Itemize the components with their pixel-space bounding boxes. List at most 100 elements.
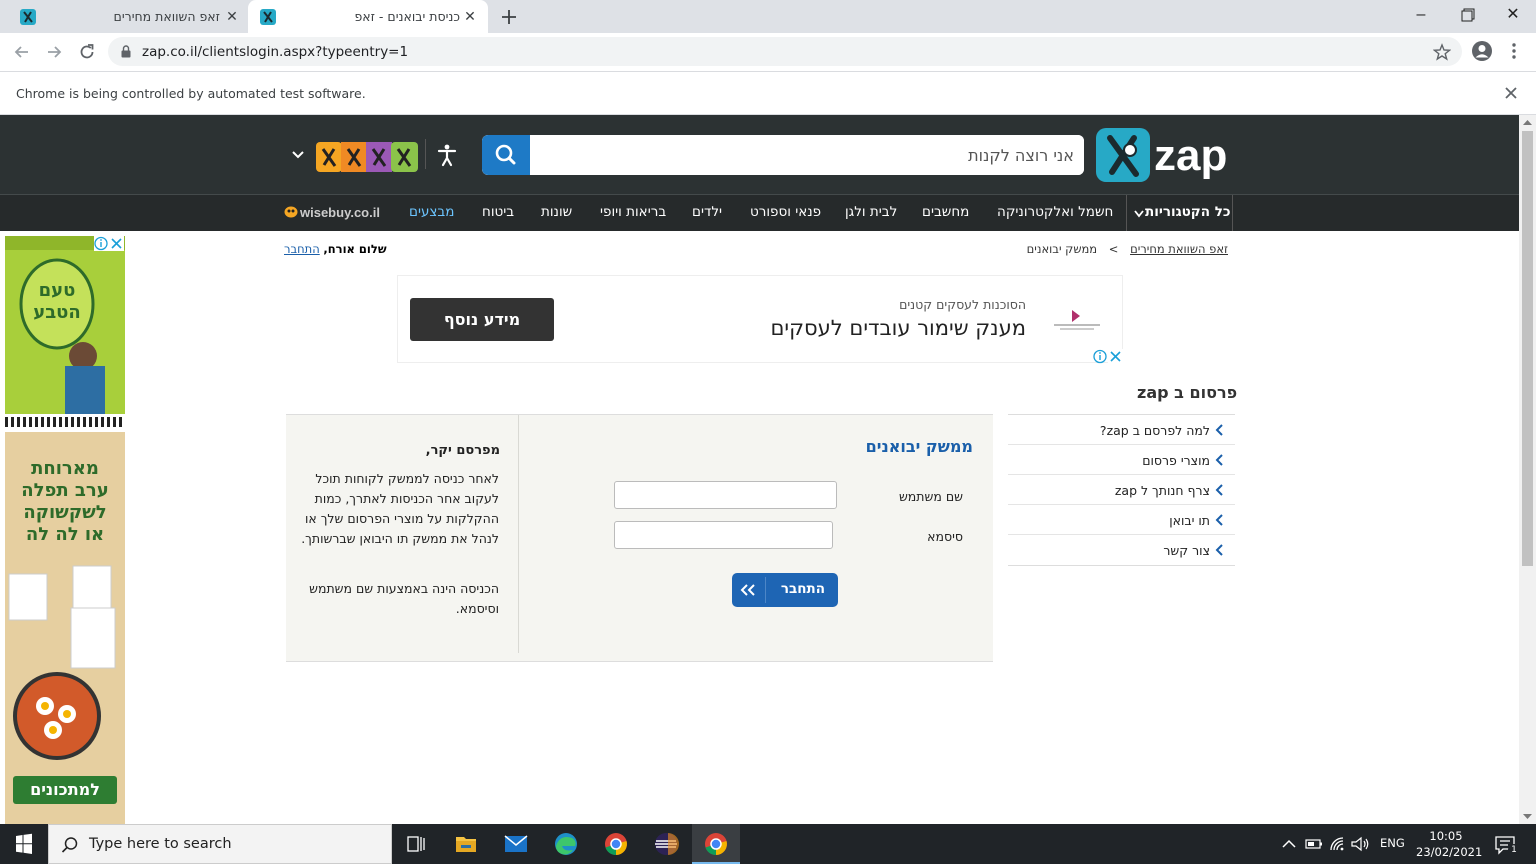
- sidebar-item-contact[interactable]: צור קשר: [1008, 535, 1235, 565]
- url-text: zap.co.il/clientslogin.aspx?typeentry=1: [142, 44, 409, 60]
- notification-icon[interactable]: 1: [1494, 834, 1520, 856]
- taskbar-search[interactable]: Type here to search: [48, 824, 392, 864]
- sidebar-item-label: צרף חנותך ל zap: [1114, 483, 1210, 498]
- tab-close-icon[interactable]: ✕: [462, 8, 478, 24]
- tab-title: כניסת יבואנים - זאפ: [354, 9, 460, 24]
- sidebar-item-ad-products[interactable]: מוצרי פרסום: [1008, 445, 1235, 475]
- yad2-group-logo[interactable]: [316, 142, 418, 172]
- side-ad-choices-icon[interactable]: [94, 236, 124, 251]
- volume-icon[interactable]: [1350, 835, 1370, 853]
- login-button[interactable]: התחבר: [732, 573, 838, 607]
- minimize-icon[interactable]: –: [1398, 0, 1444, 30]
- nav-all-categories[interactable]: כל הקטגוריות: [1126, 195, 1233, 231]
- nav-insurance[interactable]: ביטוח: [482, 204, 514, 220]
- side-ad-cta[interactable]: למתכונים: [13, 780, 117, 799]
- nav-computers[interactable]: מחשבים: [922, 204, 969, 220]
- battery-icon[interactable]: [1304, 836, 1324, 852]
- user-greeting: שלום אורח, התחבר: [284, 242, 387, 256]
- login-button-label: התחבר: [780, 581, 825, 597]
- breadcrumb: זאפ השוואת מחירים > ממשק יבואנים: [1027, 242, 1228, 256]
- breadcrumb-separator: >: [1108, 242, 1119, 256]
- window-close-icon[interactable]: ✕: [1490, 0, 1536, 30]
- zap-favicon-icon: [260, 9, 276, 25]
- advertiser-info-title: מפרסם יקר,: [425, 443, 500, 458]
- nav-leisure-sport[interactable]: פנאי וספורט: [750, 204, 821, 220]
- tab-title: זאפ השוואת מחירים: [113, 9, 220, 24]
- svg-text:הטבע: הטבע: [33, 302, 81, 323]
- forward-icon[interactable]: [44, 42, 64, 62]
- wisebuy-link[interactable]: wisebuy.co.il: [284, 205, 380, 220]
- breadcrumb-current: ממשק יבואנים: [1026, 242, 1098, 256]
- chevron-left-icon: [1215, 484, 1223, 496]
- accessibility-icon[interactable]: [425, 139, 460, 169]
- restore-icon[interactable]: [1444, 0, 1490, 30]
- back-icon[interactable]: [12, 42, 32, 62]
- nav-electronics[interactable]: חשמל ואלקטרוניקה: [997, 204, 1113, 220]
- clock-time: 10:05: [1429, 829, 1463, 843]
- wisebuy-logo-icon: [284, 206, 298, 218]
- panel-divider: [518, 415, 519, 653]
- page-scrollbar[interactable]: [1519, 115, 1536, 824]
- breadcrumb-home-link[interactable]: זאפ השוואת מחירים: [1130, 242, 1228, 256]
- browser-menu-icon[interactable]: [1508, 41, 1520, 61]
- tray-chevron-up-icon[interactable]: [1280, 836, 1298, 852]
- nav-home-garden[interactable]: לבית ולגן: [845, 204, 897, 220]
- side-skyscraper-ad[interactable]: טעם הטבע מארוחת ערב תפלה לשקשוקה או לה ל…: [5, 236, 125, 824]
- eclipse-ide-icon[interactable]: [642, 824, 690, 864]
- sidebar-title: פרסום ב zap: [1137, 383, 1238, 402]
- ad-more-info-button[interactable]: מידע נוסף: [410, 298, 554, 341]
- nav-kids[interactable]: ילדים: [692, 204, 722, 220]
- ad-subtitle: הסוכנות לעסקים קטנים: [899, 297, 1026, 312]
- scrollbar-thumb[interactable]: [1522, 131, 1533, 566]
- double-chevron-left-icon: [740, 577, 766, 603]
- input-language[interactable]: ENG: [1380, 836, 1405, 850]
- task-view-icon[interactable]: [392, 824, 440, 864]
- windows-start-icon[interactable]: [0, 824, 48, 864]
- login-title: ממשק יבואנים: [865, 437, 973, 456]
- infobar-close-icon[interactable]: [1504, 86, 1518, 100]
- search-input[interactable]: [530, 135, 1084, 175]
- file-explorer-icon[interactable]: [442, 824, 490, 864]
- search-button[interactable]: [482, 135, 530, 175]
- edge-browser-icon[interactable]: [542, 824, 590, 864]
- nav-health-beauty[interactable]: בריאות ויופי: [600, 204, 666, 220]
- password-field[interactable]: [614, 521, 833, 549]
- mail-icon[interactable]: [492, 824, 540, 864]
- greeting-text: שלום אורח,: [323, 242, 387, 256]
- tab-close-icon[interactable]: ✕: [224, 8, 240, 24]
- banner-ad[interactable]: מידע נוסף הסוכנות לעסקים קטנים מענק שימו…: [397, 275, 1123, 363]
- chrome-icon[interactable]: [592, 824, 640, 864]
- browser-tab-active[interactable]: כניסת יבואנים - זאפ ✕: [248, 0, 488, 33]
- address-bar[interactable]: zap.co.il/clientslogin.aspx?typeentry=1: [108, 37, 1462, 66]
- login-link[interactable]: התחבר: [284, 242, 320, 256]
- chevron-left-icon: [1215, 454, 1223, 466]
- chevron-down-icon: [1134, 210, 1144, 218]
- svg-text:טעם: טעם: [39, 280, 76, 301]
- sidebar-item-why-advertise[interactable]: למה לפרסם ב zap?: [1008, 415, 1235, 445]
- site-header: zap: [0, 115, 1519, 194]
- automation-infobar: Chrome is being controlled by automated …: [0, 71, 1536, 115]
- notification-count: 1: [1508, 844, 1520, 856]
- search-icon: [61, 837, 78, 853]
- bookmark-star-icon[interactable]: [1433, 43, 1451, 61]
- wifi-icon[interactable]: [1328, 835, 1348, 853]
- nav-misc[interactable]: שונות: [541, 204, 572, 220]
- zap-logo[interactable]: zap: [1096, 128, 1232, 182]
- username-field[interactable]: [614, 481, 837, 509]
- wisebuy-text: wisebuy.co.il: [300, 205, 380, 220]
- browser-tab[interactable]: זאפ השוואת מחירים ✕: [8, 0, 248, 33]
- scroll-up-icon: [1523, 120, 1532, 125]
- nav-deals[interactable]: מבצעים: [409, 204, 454, 220]
- taskbar-clock[interactable]: 10:05 23/02/2021: [1416, 828, 1482, 860]
- chevron-down-icon[interactable]: [289, 147, 307, 163]
- category-nav: כל הקטגוריות חשמל ואלקטרוניקה מחשבים לבי…: [0, 194, 1519, 231]
- chrome-active-icon[interactable]: [692, 824, 740, 864]
- profile-avatar-icon[interactable]: [1471, 40, 1493, 62]
- reload-icon[interactable]: [77, 42, 97, 62]
- ad-choices-icon[interactable]: [1093, 349, 1123, 364]
- sidebar-item-importer-badge[interactable]: תו יבואן: [1008, 505, 1235, 535]
- sidebar-item-label: תו יבואן: [1169, 513, 1210, 528]
- zap-favicon-icon: [20, 9, 36, 25]
- new-tab-button[interactable]: [498, 6, 520, 28]
- sidebar-item-add-store[interactable]: צרף חנותך ל zap: [1008, 475, 1235, 505]
